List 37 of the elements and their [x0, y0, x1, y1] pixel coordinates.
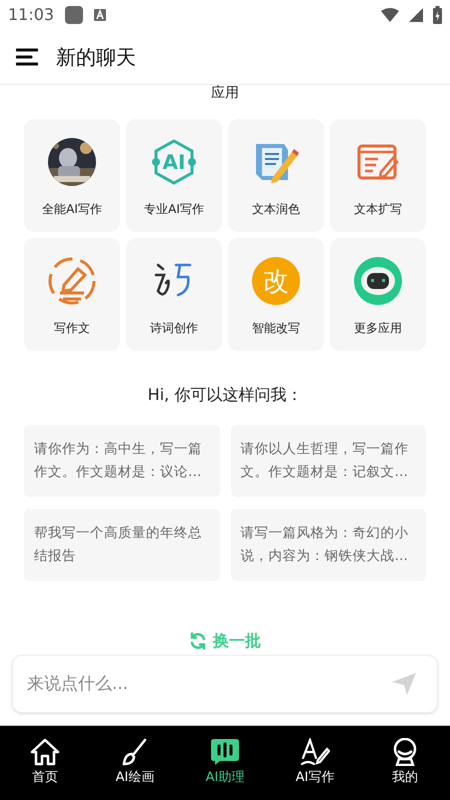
app-tile[interactable]: 改 智能改写 [228, 238, 324, 351]
rewrite-icon: 改 [252, 257, 300, 305]
robot-icon [354, 257, 402, 305]
nav-tab[interactable]: 首页 [0, 726, 90, 800]
chat-bubble-icon [210, 738, 240, 766]
paintbrush-icon [121, 738, 149, 766]
profile-icon [391, 738, 419, 766]
keyboard-icon [94, 9, 106, 21]
suggestion-card[interactable]: 请你以人生哲理，写一篇作文。作文题材是：记叙文… [230, 425, 426, 497]
nav-tab[interactable]: 我的 [360, 726, 450, 800]
app-tile[interactable]: AI 专业AI写作 [126, 119, 222, 232]
nav-tab[interactable]: AI助理 [180, 726, 270, 800]
suggestion-card[interactable]: 请写一篇风格为：奇幻的小说，内容为：钢铁侠大战… [230, 509, 426, 581]
app-tile[interactable]: 更多应用 [330, 238, 426, 351]
suggestion-card[interactable]: 请你作为：高中生，写一篇作文。作文题材是：议论… [24, 425, 220, 497]
app-tile[interactable]: 文本润色 [228, 119, 324, 232]
signal-icon [409, 8, 423, 22]
prompt-heading: Hi, 你可以这样问我： [148, 384, 302, 406]
app-tile[interactable]: 文本扩写 [330, 119, 426, 232]
menu-icon[interactable] [16, 48, 38, 66]
nav-tab[interactable]: AI写作 [270, 726, 360, 800]
battery-icon [433, 6, 442, 24]
status-time: 11:03 [8, 4, 54, 26]
home-icon [30, 738, 60, 766]
app-icon [64, 5, 84, 25]
page-title: 新的聊天 [56, 44, 136, 71]
app-tile[interactable]: 全能AI写作 [24, 119, 120, 232]
app-tile[interactable]: 写作文 [24, 238, 120, 351]
refresh-icon [189, 632, 207, 650]
suggestion-card[interactable]: 帮我写一个高质量的年终总结报告 [24, 509, 220, 581]
app-tile[interactable]: 诗词创作 [126, 238, 222, 351]
message-input[interactable]: 来说点什么... [12, 655, 438, 713]
nav-tab[interactable]: AI绘画 [90, 726, 180, 800]
section-title: 应用 [211, 85, 239, 101]
pen-writing-icon [48, 257, 96, 305]
pen-letter-icon [300, 738, 330, 766]
wifi-icon [381, 8, 399, 22]
